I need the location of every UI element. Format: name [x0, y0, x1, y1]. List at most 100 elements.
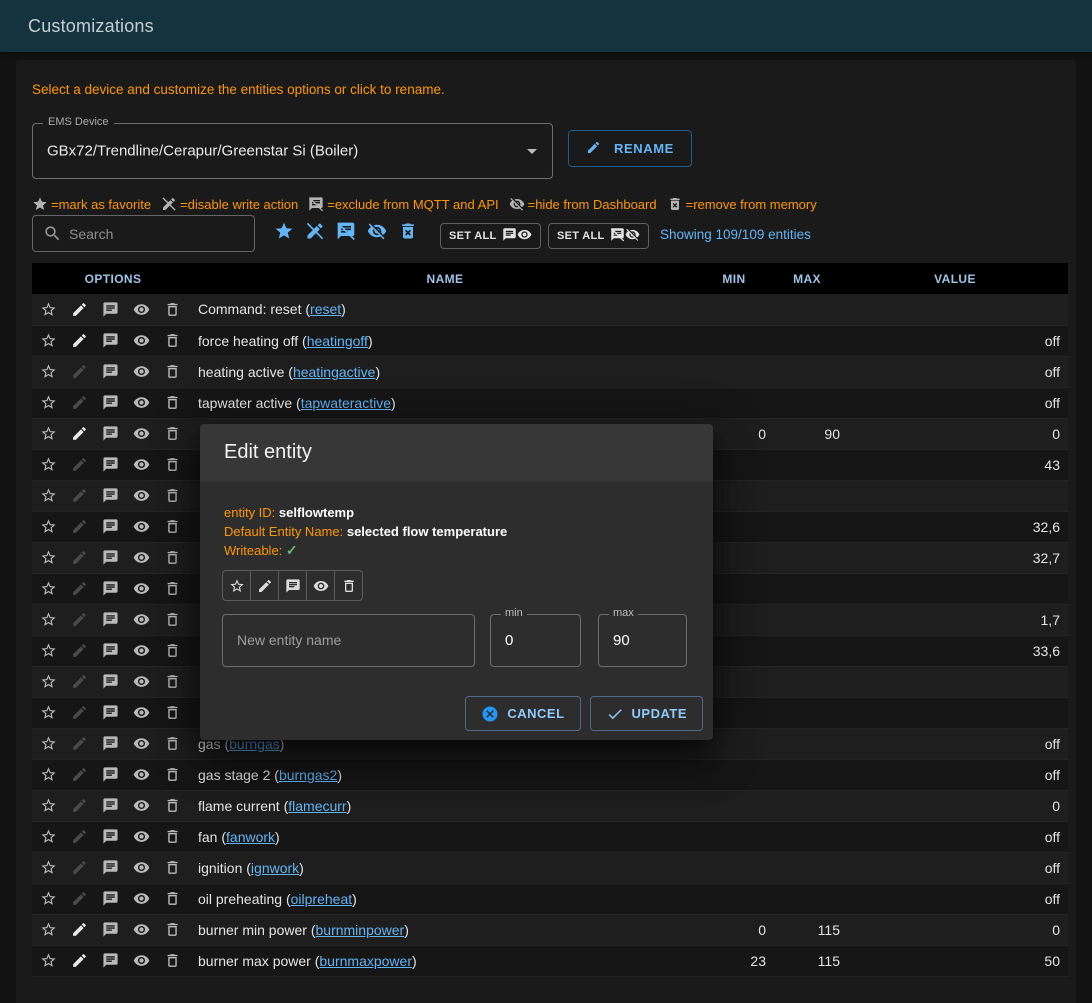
entity-id-link[interactable]: reset [310, 301, 341, 317]
visibility-icon[interactable] [133, 797, 150, 814]
delete-icon[interactable] [164, 425, 181, 442]
edit-icon[interactable] [71, 518, 88, 535]
entity-id-link[interactable]: burnminpower [316, 922, 405, 938]
mqtt-include-icon[interactable] [102, 518, 119, 535]
visibility-icon[interactable] [133, 735, 150, 752]
edit-icon[interactable] [71, 828, 88, 845]
delete-forever-icon[interactable] [398, 221, 418, 241]
mqtt-include-icon[interactable] [102, 456, 119, 473]
delete-icon[interactable] [164, 952, 181, 969]
edit-off-icon[interactable] [305, 221, 325, 241]
ems-device-select[interactable]: EMS Device GBx72/Trendline/Cerapur/Green… [32, 123, 553, 179]
edit-icon[interactable] [71, 921, 88, 938]
edit-icon[interactable] [250, 570, 279, 601]
mqtt-include-icon[interactable] [102, 952, 119, 969]
mqtt-include-icon[interactable] [102, 611, 119, 628]
mqtt-include-icon[interactable] [102, 766, 119, 783]
delete-icon[interactable] [164, 704, 181, 721]
mqtt-include-icon[interactable] [102, 921, 119, 938]
visibility-icon[interactable] [133, 611, 150, 628]
mqtt-exclude-icon[interactable] [336, 221, 356, 241]
edit-icon[interactable] [71, 487, 88, 504]
visibility-icon[interactable] [133, 518, 150, 535]
visibility-icon[interactable] [133, 425, 150, 442]
update-button[interactable]: UPDATE [590, 696, 703, 731]
edit-icon[interactable] [71, 735, 88, 752]
visibility-icon[interactable] [133, 363, 150, 380]
favorite-icon[interactable] [40, 921, 57, 938]
visibility-icon[interactable] [133, 549, 150, 566]
visibility-icon[interactable] [133, 890, 150, 907]
visibility-icon[interactable] [133, 301, 150, 318]
edit-icon[interactable] [71, 704, 88, 721]
mqtt-include-icon[interactable] [278, 570, 307, 601]
visibility-icon[interactable] [133, 952, 150, 969]
entity-row[interactable]: flame current (flamecurr)0 [32, 790, 1068, 821]
edit-icon[interactable] [71, 673, 88, 690]
visibility-icon[interactable] [306, 570, 335, 601]
mqtt-include-icon[interactable] [102, 363, 119, 380]
visibility-icon[interactable] [133, 394, 150, 411]
entity-id-link[interactable]: flamecurr [288, 798, 346, 814]
delete-icon[interactable] [164, 363, 181, 380]
mqtt-include-icon[interactable] [102, 797, 119, 814]
max-input[interactable] [599, 615, 686, 666]
edit-icon[interactable] [71, 394, 88, 411]
delete-icon[interactable] [164, 828, 181, 845]
new-entity-name-input[interactable] [223, 615, 474, 666]
delete-icon[interactable] [164, 673, 181, 690]
mqtt-include-icon[interactable] [102, 549, 119, 566]
edit-icon[interactable] [71, 332, 88, 349]
set-all-on-button[interactable]: SET ALL [440, 223, 541, 249]
entity-row[interactable]: tapwater active (tapwateractive)off [32, 387, 1068, 418]
entity-id-link[interactable]: fanwork [226, 829, 275, 845]
visibility-icon[interactable] [133, 859, 150, 876]
delete-icon[interactable] [164, 301, 181, 318]
favorite-icon[interactable] [40, 766, 57, 783]
visibility-icon[interactable] [133, 673, 150, 690]
visibility-icon[interactable] [133, 580, 150, 597]
cancel-button[interactable]: CANCEL [465, 696, 580, 731]
mqtt-include-icon[interactable] [102, 301, 119, 318]
entity-id-link[interactable]: heatingactive [293, 364, 376, 380]
mqtt-include-icon[interactable] [102, 859, 119, 876]
delete-icon[interactable] [164, 518, 181, 535]
favorite-icon[interactable] [40, 456, 57, 473]
delete-icon[interactable] [164, 735, 181, 752]
mqtt-include-icon[interactable] [102, 704, 119, 721]
edit-icon[interactable] [71, 611, 88, 628]
favorite-icon[interactable] [40, 704, 57, 721]
visibility-off-icon[interactable] [367, 221, 387, 241]
mqtt-include-icon[interactable] [102, 487, 119, 504]
edit-icon[interactable] [71, 797, 88, 814]
favorite-icon[interactable] [40, 332, 57, 349]
mqtt-include-icon[interactable] [102, 890, 119, 907]
entity-row[interactable]: oil preheating (oilpreheat)off [32, 883, 1068, 914]
delete-icon[interactable] [164, 549, 181, 566]
mqtt-include-icon[interactable] [102, 828, 119, 845]
favorite-icon[interactable] [274, 221, 294, 241]
entity-id-link[interactable]: burngas2 [279, 767, 337, 783]
favorite-icon[interactable] [40, 580, 57, 597]
visibility-icon[interactable] [133, 766, 150, 783]
edit-icon[interactable] [71, 642, 88, 659]
delete-icon[interactable] [164, 611, 181, 628]
mqtt-include-icon[interactable] [102, 580, 119, 597]
visibility-icon[interactable] [133, 828, 150, 845]
edit-icon[interactable] [71, 952, 88, 969]
delete-icon[interactable] [164, 921, 181, 938]
edit-icon[interactable] [71, 301, 88, 318]
favorite-icon[interactable] [40, 518, 57, 535]
mqtt-include-icon[interactable] [102, 735, 119, 752]
delete-icon[interactable] [164, 487, 181, 504]
search-input[interactable] [69, 226, 254, 242]
rename-button[interactable]: RENAME [568, 130, 692, 167]
edit-icon[interactable] [71, 456, 88, 473]
edit-icon[interactable] [71, 549, 88, 566]
visibility-icon[interactable] [133, 642, 150, 659]
favorite-icon[interactable] [40, 549, 57, 566]
visibility-icon[interactable] [133, 456, 150, 473]
entity-row[interactable]: force heating off (heatingoff)off [32, 325, 1068, 356]
mqtt-include-icon[interactable] [102, 425, 119, 442]
entity-row[interactable]: ignition (ignwork)off [32, 852, 1068, 883]
